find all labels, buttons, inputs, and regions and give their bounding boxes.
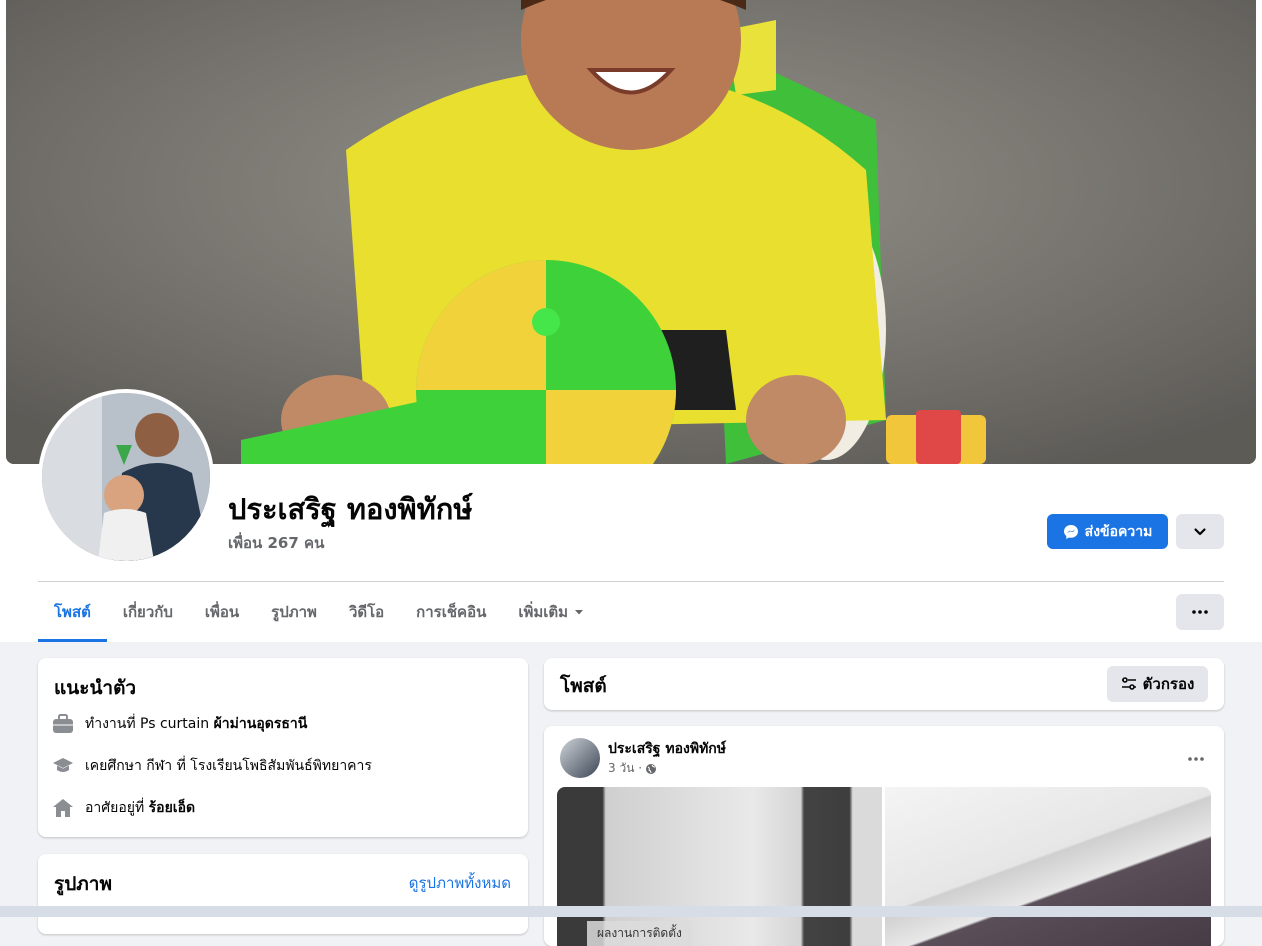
post-meta: 3 วัน · [608,759,657,778]
intro-lives-text: อาศัยอยู่ที่ ร้อยเอ็ด [85,797,195,819]
friends-count[interactable]: เพื่อน 267 คน [228,531,324,555]
photos-title: รูปภาพ [54,873,112,895]
more-options-button[interactable] [1176,594,1224,630]
post-photo-caption: ผลงานการติดตั้ง [587,921,692,946]
tab-checkins-label: การเช็คอิน [416,603,487,621]
ellipsis-icon [1192,610,1208,614]
post-options-button[interactable] [1188,746,1204,765]
posts-header-card: โพสต์ ตัวกรอง [544,658,1224,710]
graduation-cap-icon [52,756,74,776]
tab-photos[interactable]: รูปภาพ [255,582,333,642]
tab-photos-label: รูปภาพ [271,603,317,621]
tab-posts[interactable]: โพสต์ [38,582,107,642]
profile-tabs: โพสต์ เกี่ยวกับ เพื่อน รูปภาพ วิดีโอ การ… [38,582,600,642]
send-message-button[interactable]: ส่งข้อความ [1047,514,1168,549]
tab-friends[interactable]: เพื่อน [189,582,255,642]
profile-avatar-image [42,393,210,561]
globe-icon [645,763,657,775]
post-timestamp[interactable]: 3 วัน · [608,759,642,778]
intro-work-row: ทำงานที่ Ps curtain ผ้าม่านอุดรธานี [52,713,307,735]
intro-title: แนะนำตัว [54,677,137,699]
cover-photo-illustration [6,0,1256,464]
intro-education-text: เคยศึกษา กีฬา ที่ โรงเรียนโพธิสัมพันธ์พิ… [85,758,372,774]
post-photo-1[interactable]: ผลงานการติดตั้ง [557,787,882,946]
filter-label: ตัวกรอง [1142,675,1195,693]
cover-photo[interactable] [6,0,1256,464]
tab-checkins[interactable]: การเช็คอิน [400,582,502,642]
home-icon [52,798,74,818]
filter-button[interactable]: ตัวกรอง [1107,666,1208,702]
tab-about[interactable]: เกี่ยวกับ [107,582,189,642]
tab-videos-label: วิดีโอ [348,603,385,621]
post-author-name[interactable]: ประเสริฐ ทองพิทักษ์ [608,738,726,760]
tab-more[interactable]: เพิ่มเติม [502,582,600,642]
caret-down-icon [574,607,584,617]
tab-friends-label: เพื่อน [204,603,240,621]
intro-work-prefix: ทำงานที่ Ps curtain [85,716,214,732]
see-all-photos-link[interactable]: ดูรูปภาพทั้งหมด [409,871,511,895]
profile-name: ประเสริฐ ทองพิทักษ์ [228,492,473,526]
intro-education-row: เคยศึกษา กีฬา ที่ โรงเรียนโพธิสัมพันธ์พิ… [52,755,372,777]
intro-work-place-link[interactable]: ผ้าม่านอุดรธานี [214,716,308,732]
photos-card: รูปภาพ ดูรูปภาพทั้งหมด [38,854,528,934]
os-taskbar [0,906,1262,917]
filter-sliders-icon [1121,676,1137,692]
intro-lives-place-link[interactable]: ร้อยเอ็ด [149,800,195,816]
post-author-avatar[interactable] [560,738,600,778]
intro-lives-row: อาศัยอยู่ที่ ร้อยเอ็ด [52,797,195,819]
intro-card: แนะนำตัว ทำงานที่ Ps curtain ผ้าม่านอุดร… [38,658,528,837]
post-photo-2[interactable] [885,787,1211,946]
profile-picture[interactable] [38,389,214,565]
tab-posts-label: โพสต์ [54,603,91,621]
tab-videos[interactable]: วิดีโอ [333,582,400,642]
ellipsis-icon [1188,757,1204,761]
tab-about-label: เกี่ยวกับ [122,603,173,621]
profile-options-dropdown[interactable] [1176,514,1224,549]
messenger-icon [1063,524,1079,540]
chevron-down-icon [1193,525,1207,539]
intro-work-text: ทำงานที่ Ps curtain ผ้าม่านอุดรธานี [85,713,307,735]
intro-lives-prefix: อาศัยอยู่ที่ [85,800,149,816]
tab-more-label: เพิ่มเติม [518,603,569,621]
send-message-label: ส่งข้อความ [1084,523,1153,540]
posts-title: โพสต์ [560,675,607,697]
briefcase-icon [52,714,74,734]
